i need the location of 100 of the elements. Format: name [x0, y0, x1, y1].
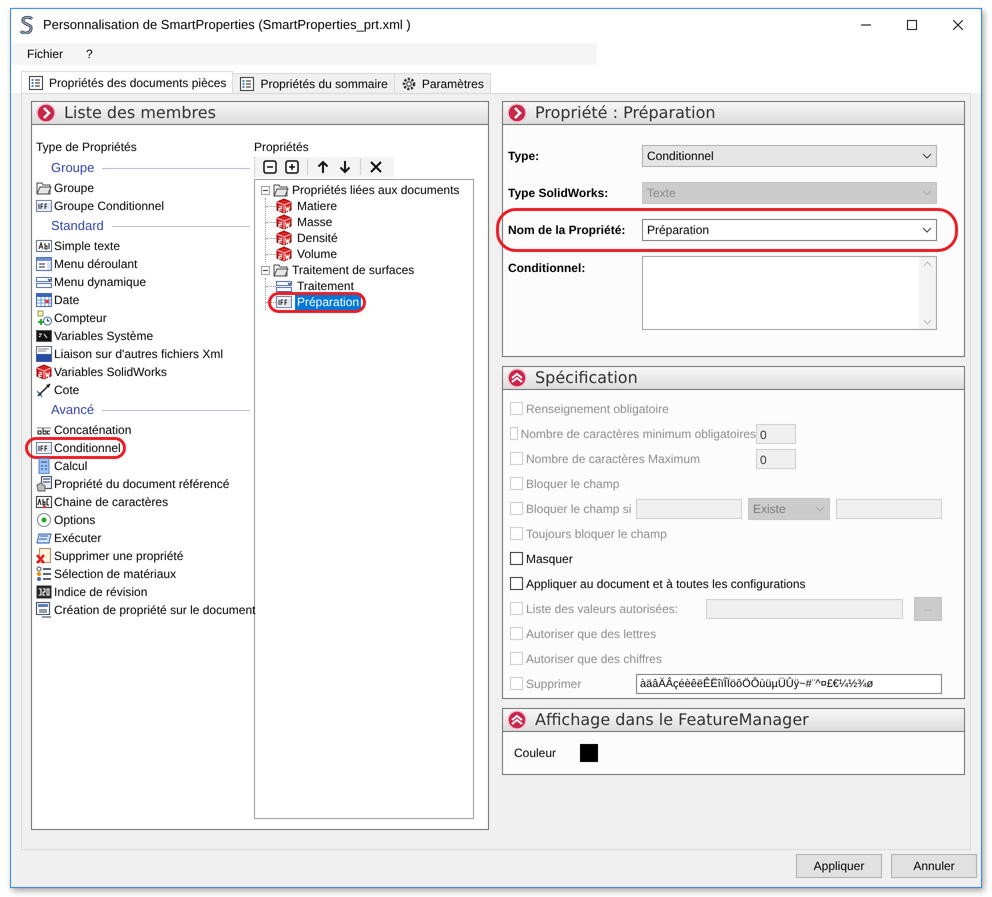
property-type-item[interactable]: Groupe [36, 179, 94, 197]
checkbox-label: Nombre de caractères minimum obligatoires [520, 426, 756, 442]
tab[interactable]: Propriétés des documents pièces [21, 71, 234, 93]
property-type-item[interactable]: Propriété du document référencé [36, 475, 230, 493]
chevron-right-icon[interactable] [36, 103, 56, 123]
panel-title: Spécification [535, 370, 638, 386]
app-logo-icon [19, 16, 35, 34]
checkbox-label: Masquer [526, 550, 573, 568]
property-type-item[interactable]: Conditionnel [36, 439, 121, 457]
conditional-textarea[interactable] [642, 256, 937, 330]
property-type-icon [36, 180, 52, 196]
folder-icon [273, 182, 289, 198]
color-swatch[interactable] [580, 744, 598, 762]
tree-group[interactable]: Propriétés liées aux documents [292, 181, 460, 199]
arrow-up-icon[interactable] [316, 160, 330, 174]
dialog-button[interactable]: Annuler [891, 854, 977, 878]
caret-icon [815, 506, 825, 512]
property-type-item[interactable]: Menu dynamique [36, 273, 146, 291]
property-type-item[interactable]: Indice de révision [36, 583, 148, 601]
collapse-box-icon[interactable] [261, 186, 270, 194]
list-icon [28, 74, 44, 90]
property-type-icon [36, 346, 52, 362]
property-type-icon [36, 566, 52, 582]
property-type-icon [36, 458, 52, 474]
field-label: Type: [508, 148, 540, 165]
property-type-item[interactable]: Options [36, 511, 96, 529]
menu-item[interactable]: Fichier [27, 45, 64, 63]
collapse-icon[interactable] [507, 368, 527, 388]
checkbox-label: Bloquer le champ si [526, 500, 632, 518]
property-type-icon [36, 310, 52, 326]
checkbox-label: Appliquer au document et à toutes les configurations [526, 576, 806, 592]
dropdown[interactable]: Conditionnel [642, 145, 937, 167]
scroll-up-icon[interactable] [923, 261, 932, 267]
property-type-icon [36, 602, 52, 618]
caret-icon [922, 227, 932, 233]
property-icon [276, 278, 292, 294]
property-icon [276, 214, 292, 230]
section-title: Avancé [51, 401, 94, 420]
collapse-all-icon[interactable] [263, 160, 277, 174]
tree-item[interactable]: Masse [295, 213, 334, 231]
checkbox[interactable] [510, 577, 523, 590]
tree-item[interactable]: Volume [295, 245, 340, 263]
checkbox-label: Renseignement obligatoire [526, 400, 669, 418]
property-type-icon [36, 512, 52, 528]
menu-item[interactable]: ? [86, 45, 93, 63]
property-type-icon [36, 476, 52, 492]
combo-box[interactable]: Préparation [642, 219, 937, 241]
collapse-icon[interactable] [507, 710, 527, 730]
property-type-item[interactable]: Sélection de matériaux [36, 565, 176, 583]
property-type-icon [36, 548, 52, 564]
field-label: Conditionnel: [508, 260, 586, 277]
checkbox[interactable] [510, 552, 523, 565]
property-type-item[interactable]: Supprimer une propriété [36, 547, 184, 565]
section-title: Groupe [51, 159, 94, 178]
property-type-item[interactable]: Simple texte [36, 237, 120, 255]
property-type-icon [36, 382, 52, 398]
delete-icon[interactable] [369, 160, 383, 174]
property-type-item[interactable]: Création de propriété sur le document [36, 601, 256, 619]
scroll-down-icon[interactable] [923, 319, 932, 325]
column-heading: Propriétés [254, 139, 310, 156]
collapse-box-icon[interactable] [261, 266, 270, 274]
panel-title: Propriété : Préparation [535, 105, 716, 121]
property-type-icon [36, 584, 52, 600]
property-type-item[interactable]: Menu déroulant [36, 255, 138, 273]
chevron-right-icon[interactable] [507, 103, 527, 123]
window-title: Personnalisation de SmartProperties (SmartProperties_prt.xml ) [43, 16, 411, 34]
property-type-item[interactable]: Variables Système [36, 327, 154, 345]
property-type-item[interactable]: Date [36, 291, 80, 309]
checkbox-label: Liste des valeurs autorisées: [526, 600, 678, 618]
column-heading: Type de Propriétés [36, 139, 138, 156]
field-label: Type SolidWorks: [508, 185, 610, 202]
property-type-item[interactable]: Cote [36, 381, 80, 399]
tree-group[interactable]: Traitement de surfaces [292, 261, 414, 279]
checkbox-label: Nombre de caractères Maximum [526, 450, 700, 468]
tree-item[interactable]: Densité [295, 229, 340, 247]
property-type-icon [36, 274, 52, 290]
tab[interactable]: Paramètres [394, 73, 491, 93]
property-type-item[interactable]: Concaténation [36, 421, 132, 439]
property-type-icon [36, 364, 52, 380]
arrow-down-icon[interactable] [338, 160, 352, 174]
property-type-item[interactable]: Chaine de caractères [36, 493, 168, 511]
property-type-item[interactable]: Compteur [36, 309, 107, 327]
property-type-item[interactable]: Calcul [36, 457, 88, 475]
color-label: Couleur [514, 745, 558, 762]
property-type-item[interactable]: Liaison sur d'autres fichiers Xml [36, 345, 224, 363]
property-type-item[interactable]: Groupe Conditionnel [36, 197, 164, 215]
tree-item[interactable]: Matiere [295, 197, 340, 215]
property-icon [276, 246, 292, 262]
expand-all-icon[interactable] [285, 160, 299, 174]
property-type-icon [36, 494, 52, 510]
property-type-item[interactable]: Variables SolidWorks [36, 363, 167, 381]
tree-item[interactable]: Traitement [295, 277, 356, 295]
property-icon [276, 294, 292, 310]
property-type-item[interactable]: Exécuter [36, 529, 102, 547]
scrollbar[interactable] [919, 257, 936, 329]
tab[interactable]: Propriétés du sommaire [232, 73, 395, 93]
checkbox-label: Toujours bloquer le champ [526, 526, 667, 542]
folder-icon [273, 262, 289, 278]
property-type-icon [36, 292, 52, 308]
dialog-button[interactable]: Appliquer [796, 854, 882, 878]
